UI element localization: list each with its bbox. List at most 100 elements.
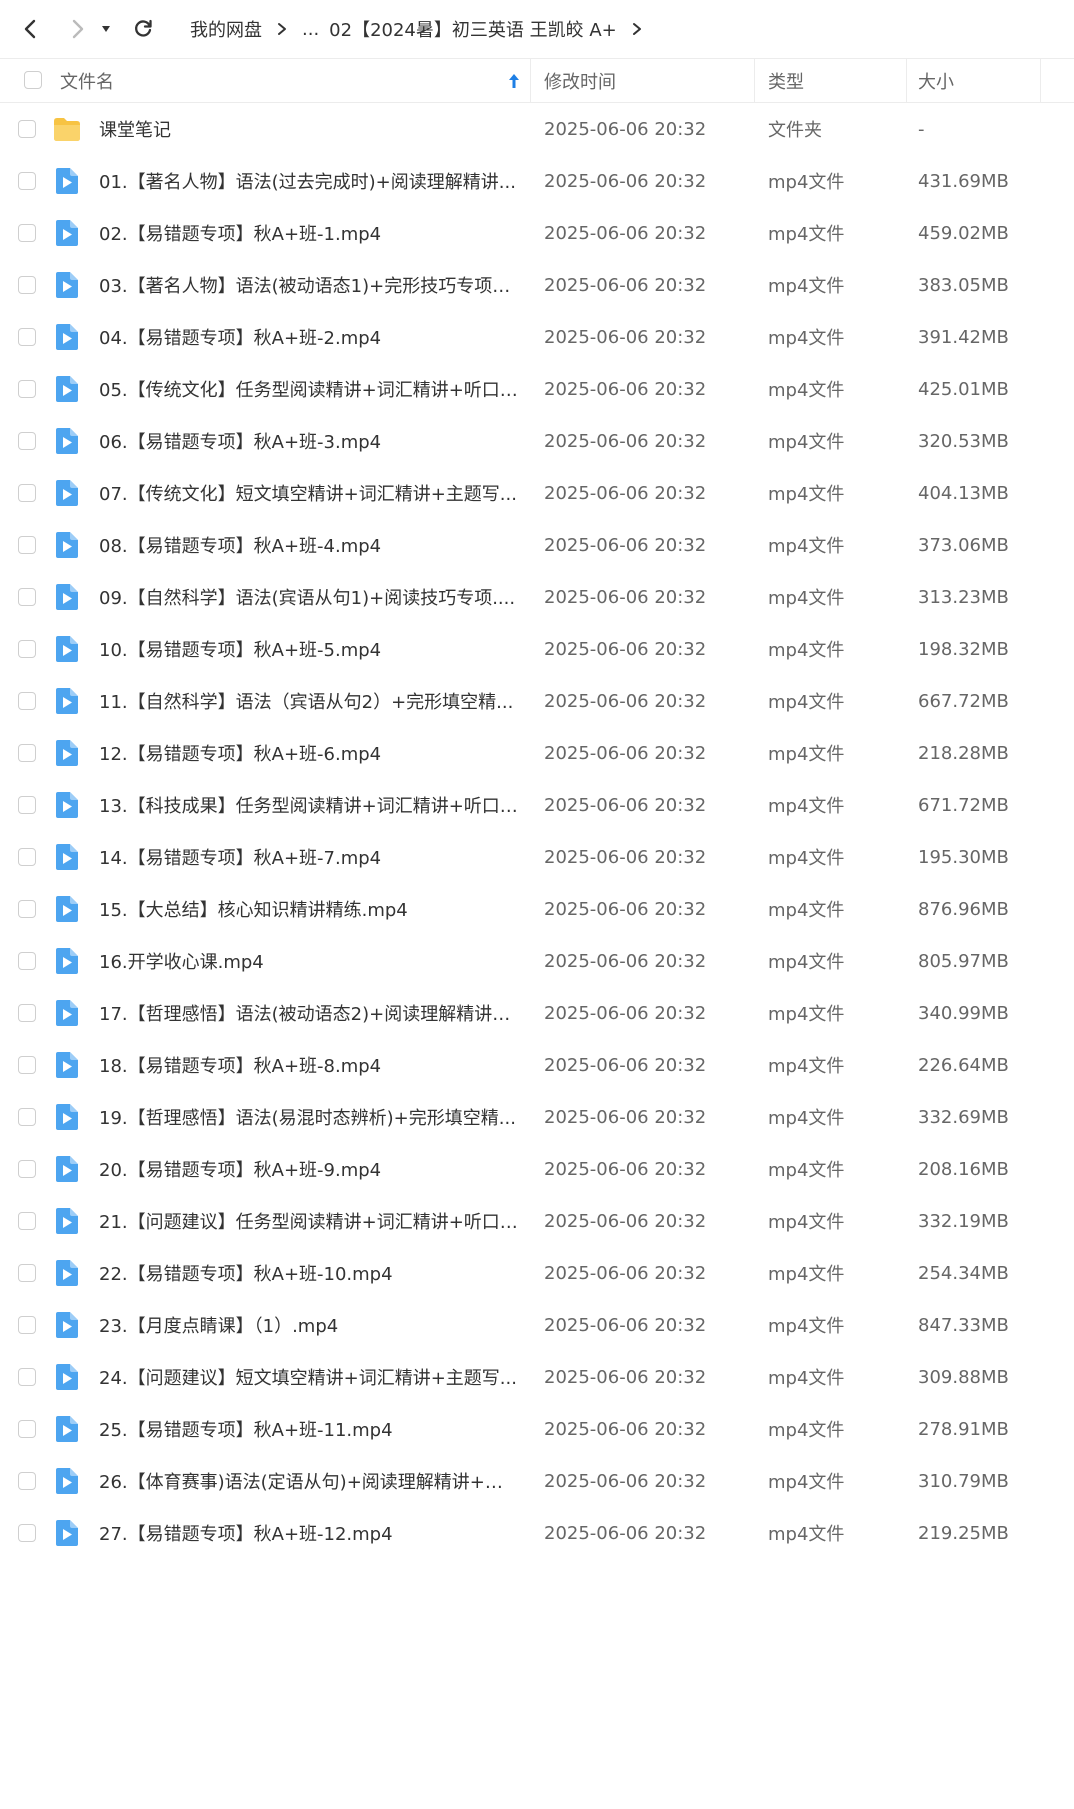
row-checkbox[interactable] [18, 1472, 36, 1490]
column-header-size[interactable]: 大小 [918, 59, 1038, 102]
row-checkbox[interactable] [18, 276, 36, 294]
file-name-cell[interactable]: 22.【易错题专项】秋A+班-10.mp4 [99, 1243, 519, 1303]
column-header-name[interactable]: 文件名 [60, 59, 530, 102]
table-row[interactable]: 17.【哲理感悟】语法(被动语态2)+阅读理解精讲+... 2025-06-06… [0, 983, 1074, 1043]
table-row[interactable]: 11.【自然科学】语法（宾语从句2）+完形填空精... 2025-06-06 2… [0, 671, 1074, 731]
row-checkbox[interactable] [18, 1524, 36, 1542]
row-checkbox[interactable] [18, 432, 36, 450]
row-checkbox[interactable] [18, 796, 36, 814]
row-checkbox[interactable] [18, 380, 36, 398]
table-row[interactable]: 14.【易错题专项】秋A+班-7.mp4 2025-06-06 20:32 mp… [0, 827, 1074, 887]
column-header-modified[interactable]: 修改时间 [544, 59, 754, 102]
file-name-cell[interactable]: 25.【易错题专项】秋A+班-11.mp4 [99, 1399, 519, 1459]
caret-down-icon[interactable] [97, 14, 115, 44]
table-row[interactable]: 15.【大总结】核心知识精讲精练.mp4 2025-06-06 20:32 mp… [0, 879, 1074, 939]
column-divider[interactable] [906, 59, 907, 102]
row-checkbox[interactable] [18, 900, 36, 918]
file-name-cell[interactable]: 24.【问题建议】短文填空精讲+词汇精讲+主题写... [99, 1347, 519, 1407]
table-row[interactable]: 02.【易错题专项】秋A+班-1.mp4 2025-06-06 20:32 mp… [0, 203, 1074, 263]
table-row[interactable]: 08.【易错题专项】秋A+班-4.mp4 2025-06-06 20:32 mp… [0, 515, 1074, 575]
table-row[interactable]: 25.【易错题专项】秋A+班-11.mp4 2025-06-06 20:32 m… [0, 1399, 1074, 1459]
file-name-cell[interactable]: 15.【大总结】核心知识精讲精练.mp4 [99, 879, 519, 939]
table-row[interactable]: 23.【月度点睛课】（1）.mp4 2025-06-06 20:32 mp4文件… [0, 1295, 1074, 1355]
row-checkbox[interactable] [18, 224, 36, 242]
file-name-cell[interactable]: 20.【易错题专项】秋A+班-9.mp4 [99, 1139, 519, 1199]
file-name-cell[interactable]: 08.【易错题专项】秋A+班-4.mp4 [99, 515, 519, 575]
table-row[interactable]: 09.【自然科学】语法(宾语从句1)+阅读技巧专项.... 2025-06-06… [0, 567, 1074, 627]
table-row[interactable]: 06.【易错题专项】秋A+班-3.mp4 2025-06-06 20:32 mp… [0, 411, 1074, 471]
table-row[interactable]: 20.【易错题专项】秋A+班-9.mp4 2025-06-06 20:32 mp… [0, 1139, 1074, 1199]
file-name-cell[interactable]: 14.【易错题专项】秋A+班-7.mp4 [99, 827, 519, 887]
row-checkbox[interactable] [18, 1316, 36, 1334]
file-name-cell[interactable]: 03.【著名人物】语法(被动语态1)+完形技巧专项_1... [99, 255, 519, 315]
table-row[interactable]: 26.【体育赛事)语法(定语从句)+阅读理解精讲+词... 2025-06-06… [0, 1451, 1074, 1511]
row-checkbox[interactable] [18, 536, 36, 554]
table-row[interactable]: 16.开学收心课.mp4 2025-06-06 20:32 mp4文件 805.… [0, 931, 1074, 991]
table-row[interactable]: 05.【传统文化】任务型阅读精讲+词汇精讲+听口1... 2025-06-06 … [0, 359, 1074, 419]
row-checkbox[interactable] [18, 1420, 36, 1438]
refresh-icon[interactable] [128, 14, 158, 44]
file-name-cell[interactable]: 课堂笔记 [99, 99, 519, 159]
row-checkbox[interactable] [18, 328, 36, 346]
table-row[interactable]: 24.【问题建议】短文填空精讲+词汇精讲+主题写... 2025-06-06 2… [0, 1347, 1074, 1407]
row-checkbox[interactable] [18, 484, 36, 502]
table-row[interactable]: 19.【哲理感悟】语法(易混时态辨析)+完形填空精... 2025-06-06 … [0, 1087, 1074, 1147]
table-row[interactable]: 22.【易错题专项】秋A+班-10.mp4 2025-06-06 20:32 m… [0, 1243, 1074, 1303]
row-checkbox[interactable] [18, 1004, 36, 1022]
breadcrumb-root[interactable]: 我的网盘 [190, 16, 262, 42]
table-row[interactable]: 12.【易错题专项】秋A+班-6.mp4 2025-06-06 20:32 mp… [0, 723, 1074, 783]
file-name-cell[interactable]: 16.开学收心课.mp4 [99, 931, 519, 991]
file-name-cell[interactable]: 07.【传统文化】短文填空精讲+词汇精讲+主题写... [99, 463, 519, 523]
row-checkbox[interactable] [18, 1212, 36, 1230]
select-all-checkbox[interactable] [24, 71, 42, 89]
file-name-cell[interactable]: 09.【自然科学】语法(宾语从句1)+阅读技巧专项.... [99, 567, 519, 627]
row-checkbox[interactable] [18, 1264, 36, 1282]
column-divider[interactable] [1040, 59, 1041, 102]
file-name-cell[interactable]: 21.【问题建议】任务型阅读精讲+词汇精讲+听口3... [99, 1191, 519, 1251]
file-name-cell[interactable]: 13.【科技成果】任务型阅读精讲+词汇精讲+听口2... [99, 775, 519, 835]
row-checkbox[interactable] [18, 848, 36, 866]
column-divider[interactable] [530, 59, 531, 102]
file-name-cell[interactable]: 23.【月度点睛课】（1）.mp4 [99, 1295, 519, 1355]
file-name-cell[interactable]: 01.【著名人物】语法(过去完成时)+阅读理解精讲... [99, 151, 519, 211]
file-name-cell[interactable]: 04.【易错题专项】秋A+班-2.mp4 [99, 307, 519, 367]
table-row[interactable]: 21.【问题建议】任务型阅读精讲+词汇精讲+听口3... 2025-06-06 … [0, 1191, 1074, 1251]
row-checkbox[interactable] [18, 640, 36, 658]
column-header-type[interactable]: 类型 [768, 59, 906, 102]
row-checkbox[interactable] [18, 172, 36, 190]
file-name-cell[interactable]: 02.【易错题专项】秋A+班-1.mp4 [99, 203, 519, 263]
row-checkbox[interactable] [18, 1368, 36, 1386]
table-row[interactable]: 04.【易错题专项】秋A+班-2.mp4 2025-06-06 20:32 mp… [0, 307, 1074, 367]
table-row[interactable]: 18.【易错题专项】秋A+班-8.mp4 2025-06-06 20:32 mp… [0, 1035, 1074, 1095]
table-row[interactable]: 10.【易错题专项】秋A+班-5.mp4 2025-06-06 20:32 mp… [0, 619, 1074, 679]
row-checkbox[interactable] [18, 692, 36, 710]
file-name-cell[interactable]: 10.【易错题专项】秋A+班-5.mp4 [99, 619, 519, 679]
file-name-cell[interactable]: 26.【体育赛事)语法(定语从句)+阅读理解精讲+词... [99, 1451, 519, 1511]
table-row[interactable]: 27.【易错题专项】秋A+班-12.mp4 2025-06-06 20:32 m… [0, 1503, 1074, 1563]
sort-ascending-arrow-icon[interactable] [508, 72, 520, 95]
breadcrumb-ellipsis[interactable]: ... [302, 19, 319, 40]
row-checkbox[interactable] [18, 588, 36, 606]
file-name-cell[interactable]: 19.【哲理感悟】语法(易混时态辨析)+完形填空精... [99, 1087, 519, 1147]
row-checkbox[interactable] [18, 120, 36, 138]
row-checkbox[interactable] [18, 1160, 36, 1178]
file-name-cell[interactable]: 05.【传统文化】任务型阅读精讲+词汇精讲+听口1... [99, 359, 519, 419]
file-name-cell[interactable]: 06.【易错题专项】秋A+班-3.mp4 [99, 411, 519, 471]
row-checkbox[interactable] [18, 744, 36, 762]
row-checkbox[interactable] [18, 1108, 36, 1126]
table-row[interactable]: 13.【科技成果】任务型阅读精讲+词汇精讲+听口2... 2025-06-06 … [0, 775, 1074, 835]
file-name-cell[interactable]: 11.【自然科学】语法（宾语从句2）+完形填空精... [99, 671, 519, 731]
chevron-right-icon[interactable] [631, 22, 643, 36]
table-row[interactable]: 03.【著名人物】语法(被动语态1)+完形技巧专项_1... 2025-06-0… [0, 255, 1074, 315]
row-checkbox[interactable] [18, 952, 36, 970]
table-row[interactable]: 07.【传统文化】短文填空精讲+词汇精讲+主题写... 2025-06-06 2… [0, 463, 1074, 523]
file-name-cell[interactable]: 17.【哲理感悟】语法(被动语态2)+阅读理解精讲+... [99, 983, 519, 1043]
back-arrow-icon[interactable] [16, 14, 46, 44]
forward-arrow-icon[interactable] [62, 14, 92, 44]
file-name-cell[interactable]: 27.【易错题专项】秋A+班-12.mp4 [99, 1503, 519, 1563]
row-checkbox[interactable] [18, 1056, 36, 1074]
column-divider[interactable] [754, 59, 755, 102]
file-name-cell[interactable]: 18.【易错题专项】秋A+班-8.mp4 [99, 1035, 519, 1095]
table-row[interactable]: 01.【著名人物】语法(过去完成时)+阅读理解精讲... 2025-06-06 … [0, 151, 1074, 211]
table-row[interactable]: 课堂笔记 2025-06-06 20:32 文件夹 - [0, 99, 1074, 159]
